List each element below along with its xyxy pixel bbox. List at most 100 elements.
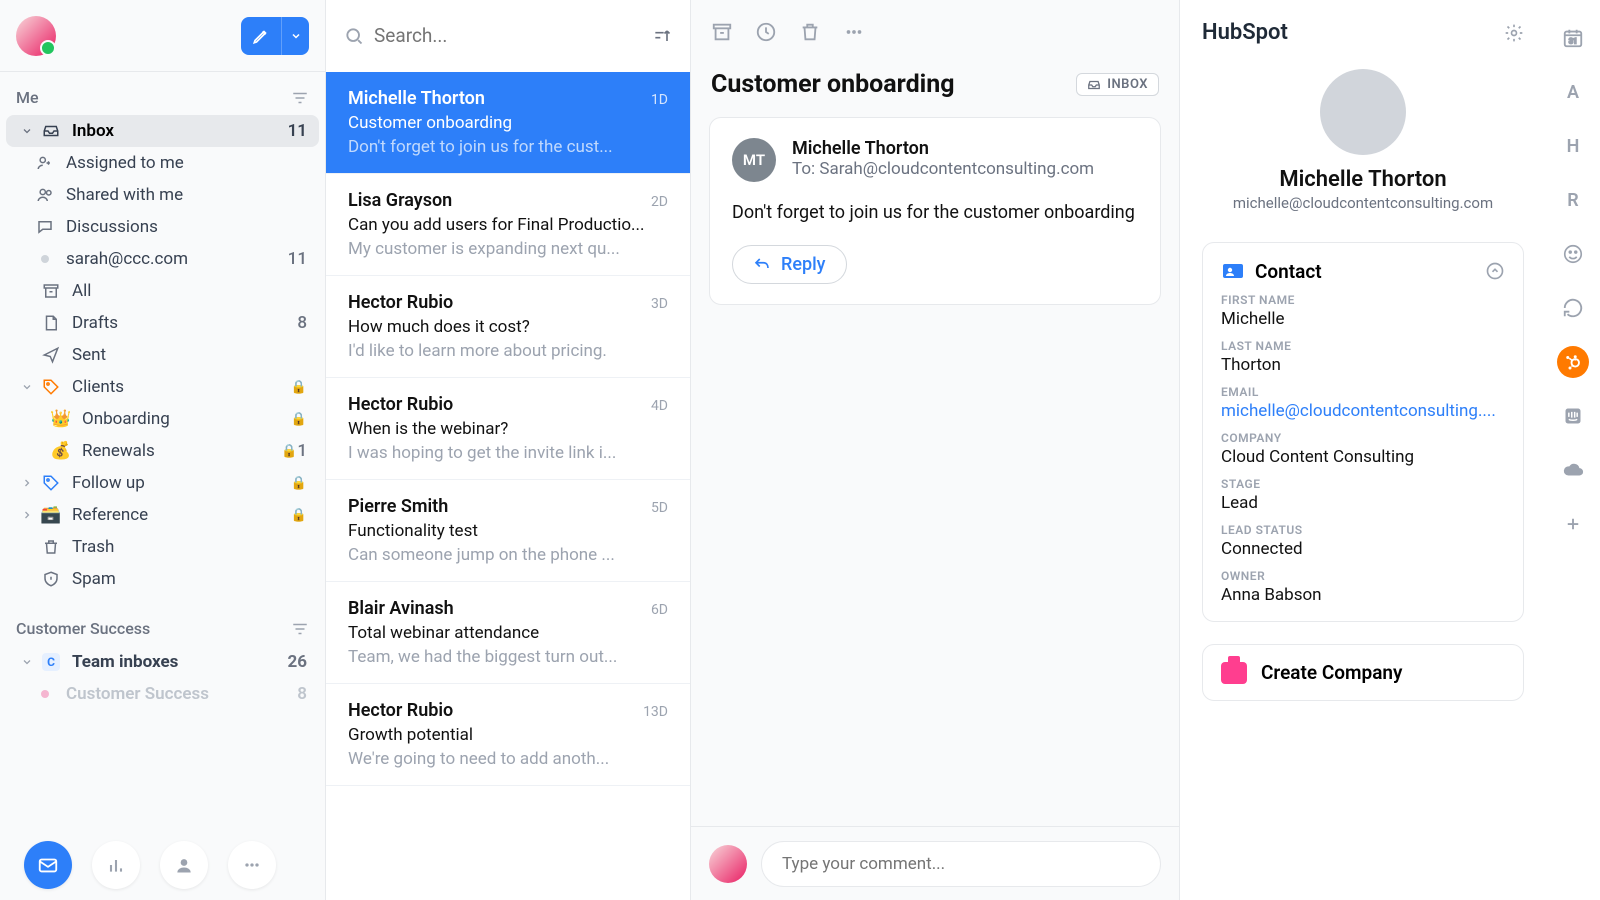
filter-icon[interactable] xyxy=(291,622,309,636)
folder-count: 11 xyxy=(288,249,307,269)
folder-sent[interactable]: Sent xyxy=(6,339,319,371)
rail-h[interactable]: H xyxy=(1557,130,1589,162)
plus-icon xyxy=(1564,515,1582,533)
folder-customer-success[interactable]: Customer Success 8 xyxy=(6,678,319,710)
folder-label: Team inboxes xyxy=(72,652,287,672)
thread-sender: Pierre Smith xyxy=(348,496,448,517)
thread-sender: Hector Rubio xyxy=(348,292,453,313)
message-body: Don't forget to join us for the customer… xyxy=(732,202,1138,223)
thread-item[interactable]: Michelle Thorton1D Customer onboarding D… xyxy=(326,72,690,174)
more-button[interactable] xyxy=(228,841,276,889)
folder-account[interactable]: sarah@ccc.com 11 xyxy=(6,243,319,275)
reader-pane: Customer onboarding INBOX MT Michelle Th… xyxy=(691,0,1180,900)
thread-item[interactable]: Lisa Grayson2D Can you add users for Fin… xyxy=(326,174,690,276)
compose-button[interactable] xyxy=(241,17,281,55)
folder-renewals[interactable]: 💰 Renewals 🔒 1 xyxy=(6,435,319,467)
filter-icon[interactable] xyxy=(291,91,309,105)
thread-item[interactable]: Hector Rubio3D How much does it cost? I'… xyxy=(326,276,690,378)
delete-button[interactable] xyxy=(799,21,821,43)
user-avatar[interactable] xyxy=(16,16,56,56)
folder-spam[interactable]: Spam xyxy=(6,563,319,595)
field-label: EMAIL xyxy=(1221,385,1505,399)
lock-icon: 🔒 xyxy=(291,412,307,427)
rail-add[interactable] xyxy=(1557,508,1589,540)
folder-shared[interactable]: Shared with me xyxy=(6,179,319,211)
comment-avatar xyxy=(709,845,747,883)
folder-reference[interactable]: 🗃️ Reference 🔒 xyxy=(6,499,319,531)
thread-time: 5D xyxy=(651,500,668,516)
inbox-icon xyxy=(1087,78,1101,92)
field-label: FIRST NAME xyxy=(1221,293,1505,307)
rail-intercom[interactable] xyxy=(1557,400,1589,432)
mail-button[interactable] xyxy=(24,841,72,889)
thread-subject: Functionality test xyxy=(348,521,668,541)
more-button[interactable] xyxy=(843,21,865,43)
folder-discussions[interactable]: Discussions xyxy=(6,211,319,243)
section-customer-success: Customer Success xyxy=(0,611,325,646)
field-value: Thorton xyxy=(1221,355,1505,375)
thread-subject: Total webinar attendance xyxy=(348,623,668,643)
contacts-button[interactable] xyxy=(160,841,208,889)
folder-label: Onboarding xyxy=(82,409,285,429)
rail-r[interactable]: R xyxy=(1557,184,1589,216)
thread-item[interactable]: Pierre Smith 5D Functionality test Can so… xyxy=(326,480,690,582)
field-label: LAST NAME xyxy=(1221,339,1505,353)
thread-time: 4D xyxy=(651,398,668,414)
folder-label: Inbox xyxy=(72,121,288,141)
thread-item[interactable]: Hector Rubio4D When is the webinar? I wa… xyxy=(326,378,690,480)
rail-hubspot[interactable] xyxy=(1557,346,1589,378)
compose-dropdown[interactable] xyxy=(281,17,309,55)
thread-preview: Can someone jump on the phone ... xyxy=(348,545,668,565)
snooze-button[interactable] xyxy=(755,21,777,43)
folder-label: Discussions xyxy=(66,217,307,237)
gear-icon[interactable] xyxy=(1504,23,1524,43)
money-bag-emoji-icon: 💰 xyxy=(50,441,72,461)
thread-preview: My customer is expanding next qu... xyxy=(348,239,668,259)
folder-label: Trash xyxy=(72,537,307,557)
folder-label: Sent xyxy=(72,345,307,365)
thread-item[interactable]: Blair Avinash6D Total webinar attendance… xyxy=(326,582,690,684)
thread-time: 2D xyxy=(651,194,668,210)
reply-icon xyxy=(753,256,771,274)
sort-icon[interactable] xyxy=(652,26,672,46)
chat-icon xyxy=(36,218,54,236)
collapse-icon[interactable] xyxy=(1485,261,1505,281)
archive-button[interactable] xyxy=(711,21,733,43)
folder-label: Shared with me xyxy=(66,185,307,205)
refresh-icon xyxy=(1562,297,1584,319)
folder-trash[interactable]: Trash xyxy=(6,531,319,563)
thread-sender: Hector Rubio xyxy=(348,394,453,415)
thread-sender: Lisa Grayson xyxy=(348,190,452,211)
folder-inbox[interactable]: Inbox 11 xyxy=(6,115,319,147)
folder-all[interactable]: All xyxy=(6,275,319,307)
folder-drafts[interactable]: Drafts 8 xyxy=(6,307,319,339)
rail-face[interactable] xyxy=(1557,238,1589,270)
folder-count: 11 xyxy=(288,121,307,141)
sidebar: Me Inbox 11 Assigned to me Shared with m… xyxy=(0,0,326,900)
inbox-chip[interactable]: INBOX xyxy=(1076,73,1159,96)
analytics-button[interactable] xyxy=(92,841,140,889)
chip-label: INBOX xyxy=(1107,77,1148,92)
search-input[interactable] xyxy=(374,24,642,47)
calendar-icon: 31 xyxy=(1562,27,1584,49)
rail-refresh[interactable] xyxy=(1557,292,1589,324)
comment-input[interactable] xyxy=(761,841,1161,887)
folder-onboarding[interactable]: 👑 Onboarding 🔒 xyxy=(6,403,319,435)
folder-team-inboxes[interactable]: C Team inboxes 26 xyxy=(6,646,319,678)
folder-clients[interactable]: Clients 🔒 xyxy=(6,371,319,403)
folder-label: Follow up xyxy=(72,473,285,493)
field-value-email[interactable]: michelle@cloudcontentconsulting.... xyxy=(1221,401,1505,421)
rail-salesforce[interactable] xyxy=(1557,454,1589,486)
create-company-button[interactable]: Create Company xyxy=(1202,644,1524,701)
thread-subject: Growth potential xyxy=(348,725,668,745)
reply-button[interactable]: Reply xyxy=(732,245,847,284)
folder-followup[interactable]: Follow up 🔒 xyxy=(6,467,319,499)
folder-label: All xyxy=(72,281,307,301)
rail-calendar[interactable]: 31 xyxy=(1557,22,1589,54)
badge-c-icon: C xyxy=(42,653,60,671)
rail-a[interactable]: A xyxy=(1557,76,1589,108)
tag-icon xyxy=(42,474,60,492)
thread-item[interactable]: Hector Rubio13D Growth potential We're g… xyxy=(326,684,690,786)
field-value: Cloud Content Consulting xyxy=(1221,447,1505,467)
folder-assigned[interactable]: Assigned to me xyxy=(6,147,319,179)
